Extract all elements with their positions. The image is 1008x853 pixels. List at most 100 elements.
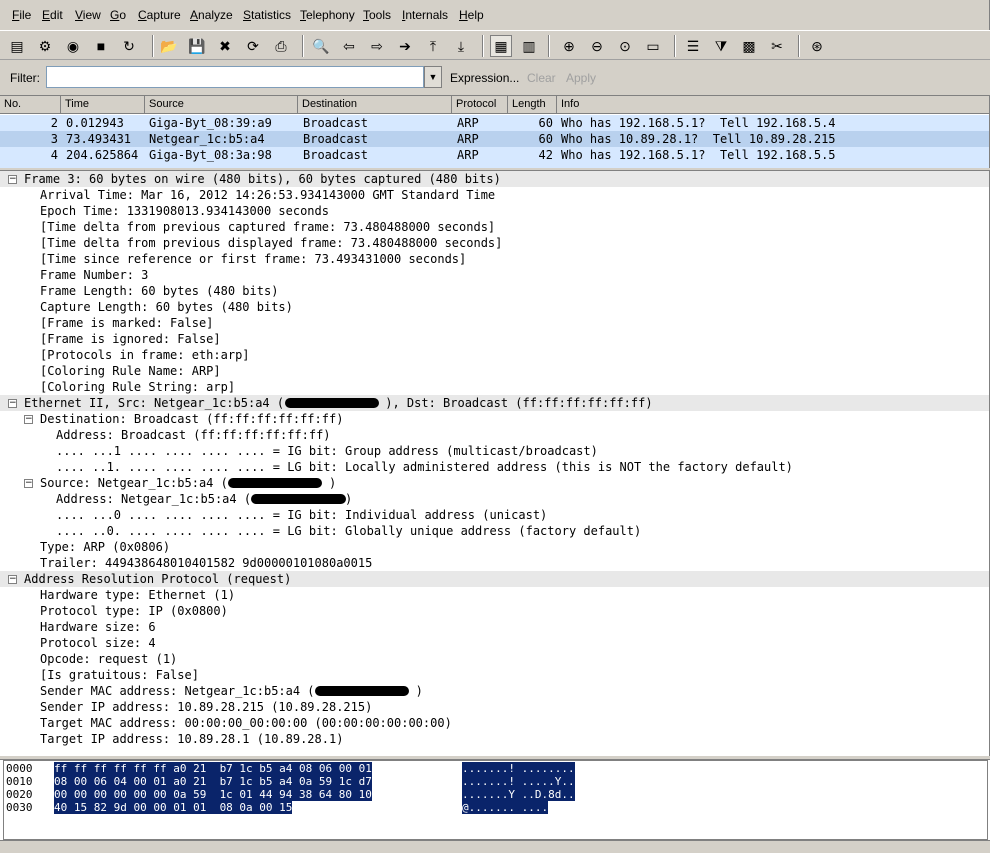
go-to-packet-button[interactable]: ➔ xyxy=(394,35,416,57)
menu-telephony[interactable]: Telephony xyxy=(300,8,355,22)
tree-field[interactable]: [Frame is ignored: False] xyxy=(0,331,989,347)
preferences-button[interactable]: ✂ xyxy=(766,35,788,57)
interface-list-button[interactable]: ▤ xyxy=(6,35,28,57)
tree-field[interactable]: Address: Netgear_1c:b5:a4 ( ) xyxy=(0,491,989,507)
filter-input[interactable] xyxy=(46,66,424,88)
collapse-icon[interactable]: − xyxy=(8,575,17,584)
tree-field[interactable]: Hardware size: 6 xyxy=(0,619,989,635)
close-file-button[interactable]: ✖ xyxy=(214,35,236,57)
tree-field[interactable]: [Frame is marked: False] xyxy=(0,315,989,331)
tree-section-header[interactable]: − Ethernet II, Src: Netgear_1c:b5:a4 ( ),… xyxy=(0,395,989,411)
tree-field[interactable]: Hardware type: Ethernet (1) xyxy=(0,587,989,603)
tree-field[interactable]: Capture Length: 60 bytes (480 bits) xyxy=(0,299,989,315)
print-button[interactable]: ⎙ xyxy=(270,35,292,57)
tree-field[interactable]: [Time delta from previous captured frame… xyxy=(0,219,989,235)
collapse-icon[interactable]: − xyxy=(24,415,33,424)
tree-field[interactable]: .... ..0. .... .... .... .... = LG bit: … xyxy=(0,523,989,539)
column-header-no[interactable]: No. xyxy=(0,96,61,114)
tree-field[interactable]: [Coloring Rule Name: ARP] xyxy=(0,363,989,379)
tree-field[interactable]: Protocol type: IP (0x0800) xyxy=(0,603,989,619)
packet-cell-len: 42 xyxy=(538,148,553,162)
capture-filters-button[interactable]: ☰ xyxy=(682,35,704,57)
tree-field[interactable]: Frame Length: 60 bytes (480 bits) xyxy=(0,283,989,299)
packet-row[interactable]: 4 204.625864 Giga-Byt_08:3a:98 Broadcast ARP… xyxy=(0,147,989,163)
column-header-destination[interactable]: Destination xyxy=(298,96,452,114)
tree-field[interactable]: [Coloring Rule String: arp] xyxy=(0,379,989,395)
stop-capture-button[interactable]: ■ xyxy=(90,35,112,57)
menu-capture[interactable]: Capture xyxy=(138,8,181,22)
last-packet-button[interactable]: ⤓ xyxy=(450,35,472,57)
tree-field[interactable]: Protocol size: 4 xyxy=(0,635,989,651)
find-packet-button[interactable]: 🔍 xyxy=(310,35,332,57)
tree-field[interactable]: Type: ARP (0x0806) xyxy=(0,539,989,555)
packet-cell-time: 73.493431 xyxy=(66,132,132,146)
collapse-icon[interactable]: − xyxy=(8,399,17,408)
tree-field[interactable]: Sender MAC address: Netgear_1c:b5:a4 ( ) xyxy=(0,683,989,699)
normal-size-button[interactable]: ⊙ xyxy=(614,35,636,57)
tree-field[interactable]: Target MAC address: 00:00:00_00:00:00 (0… xyxy=(0,715,989,731)
column-header-source[interactable]: Source xyxy=(145,96,298,114)
coloring-rules-button[interactable]: ▩ xyxy=(738,35,760,57)
tree-field[interactable]: − Source: Netgear_1c:b5:a4 ( ) xyxy=(0,475,989,491)
tree-field[interactable]: [Time delta from previous displayed fram… xyxy=(0,235,989,251)
tree-field[interactable]: Arrival Time: Mar 16, 2012 14:26:53.9341… xyxy=(0,187,989,203)
first-packet-button[interactable]: ⤒ xyxy=(422,35,444,57)
menu-file[interactable]: File xyxy=(12,8,31,22)
tree-field[interactable]: .... ..1. .... .... .... .... = LG bit: … xyxy=(0,459,989,475)
column-header-info[interactable]: Info xyxy=(557,96,989,114)
tree-field[interactable]: Frame Number: 3 xyxy=(0,267,989,283)
tree-field[interactable]: Target IP address: 10.89.28.1 (10.89.28.… xyxy=(0,731,989,747)
collapse-icon[interactable]: − xyxy=(8,175,17,184)
menu-go[interactable]: Go xyxy=(110,8,126,22)
go-forward-button[interactable]: ⇨ xyxy=(366,35,388,57)
go-back-button[interactable]: ⇦ xyxy=(338,35,360,57)
packet-cell-proto: ARP xyxy=(457,148,479,162)
restart-capture-button[interactable]: ↻ xyxy=(118,35,140,57)
capture-options-button[interactable]: ⚙ xyxy=(34,35,56,57)
zoom-out-button[interactable]: ⊖ xyxy=(586,35,608,57)
collapse-icon[interactable]: − xyxy=(24,479,33,488)
tree-field[interactable]: [Protocols in frame: eth:arp] xyxy=(0,347,989,363)
save-file-button[interactable]: 💾 xyxy=(186,35,208,57)
packet-row[interactable]: 2 0.012943 Giga-Byt_08:39:a9 Broadcast ARP 60… xyxy=(0,115,989,131)
tree-field[interactable]: Address: Broadcast (ff:ff:ff:ff:ff:ff) xyxy=(0,427,989,443)
zoom-in-button[interactable]: ⊕ xyxy=(558,35,580,57)
column-header-length[interactable]: Length xyxy=(508,96,557,114)
tree-field[interactable]: .... ...1 .... .... .... .... = IG bit: … xyxy=(0,443,989,459)
packet-row[interactable]: 3 73.493431 Netgear_1c:b5:a4 Broadcast ARP 60… xyxy=(0,131,989,147)
tree-field-text: Hardware type: Ethernet (1) xyxy=(40,588,236,602)
menu-edit[interactable]: Edit xyxy=(42,8,63,22)
tree-field[interactable]: Opcode: request (1) xyxy=(0,651,989,667)
apply-button[interactable]: Apply xyxy=(566,71,596,85)
clear-button[interactable]: Clear xyxy=(527,71,556,85)
colorize-button[interactable]: ▦ xyxy=(490,35,512,57)
tree-field[interactable]: Trailer: 449438648010401582 9d0000010108… xyxy=(0,555,989,571)
expression-button[interactable]: Expression... xyxy=(450,71,519,85)
tree-field[interactable]: .... ...0 .... .... .... .... = IG bit: … xyxy=(0,507,989,523)
menu-analyze[interactable]: Analyze xyxy=(190,8,233,22)
reload-button[interactable]: ⟳ xyxy=(242,35,264,57)
filter-dropdown-button[interactable]: ▼ xyxy=(424,66,442,88)
column-header-time[interactable]: Time xyxy=(61,96,145,114)
resize-columns-button[interactable]: ▭ xyxy=(642,35,664,57)
tree-field[interactable]: [Is gratuitous: False] xyxy=(0,667,989,683)
tree-field[interactable]: Epoch Time: 1331908013.934143000 seconds xyxy=(0,203,989,219)
display-filters-button[interactable]: ⧩ xyxy=(710,35,732,57)
find-packet-icon: 🔍 xyxy=(312,38,330,54)
menu-internals[interactable]: Internals xyxy=(402,8,448,22)
help-button[interactable]: ⊛ xyxy=(806,35,828,57)
chevron-down-icon: ▼ xyxy=(428,72,438,82)
tree-field[interactable]: Sender IP address: 10.89.28.215 (10.89.2… xyxy=(0,699,989,715)
tree-section-header[interactable]: − Frame 3: 60 bytes on wire (480 bits), 6… xyxy=(0,171,989,187)
open-file-button[interactable]: 📂 xyxy=(158,35,180,57)
menu-tools[interactable]: Tools xyxy=(363,8,391,22)
auto-scroll-button[interactable]: ▥ xyxy=(518,35,540,57)
menu-help[interactable]: Help xyxy=(459,8,484,22)
tree-field[interactable]: [Time since reference or first frame: 73… xyxy=(0,251,989,267)
menu-statistics[interactable]: Statistics xyxy=(243,8,291,22)
menu-view[interactable]: View xyxy=(75,8,101,22)
tree-field[interactable]: − Destination: Broadcast (ff:ff:ff:ff:ff:… xyxy=(0,411,989,427)
start-capture-button[interactable]: ◉ xyxy=(62,35,84,57)
tree-section-header[interactable]: − Address Resolution Protocol (request) xyxy=(0,571,989,587)
column-header-protocol[interactable]: Protocol xyxy=(452,96,508,114)
